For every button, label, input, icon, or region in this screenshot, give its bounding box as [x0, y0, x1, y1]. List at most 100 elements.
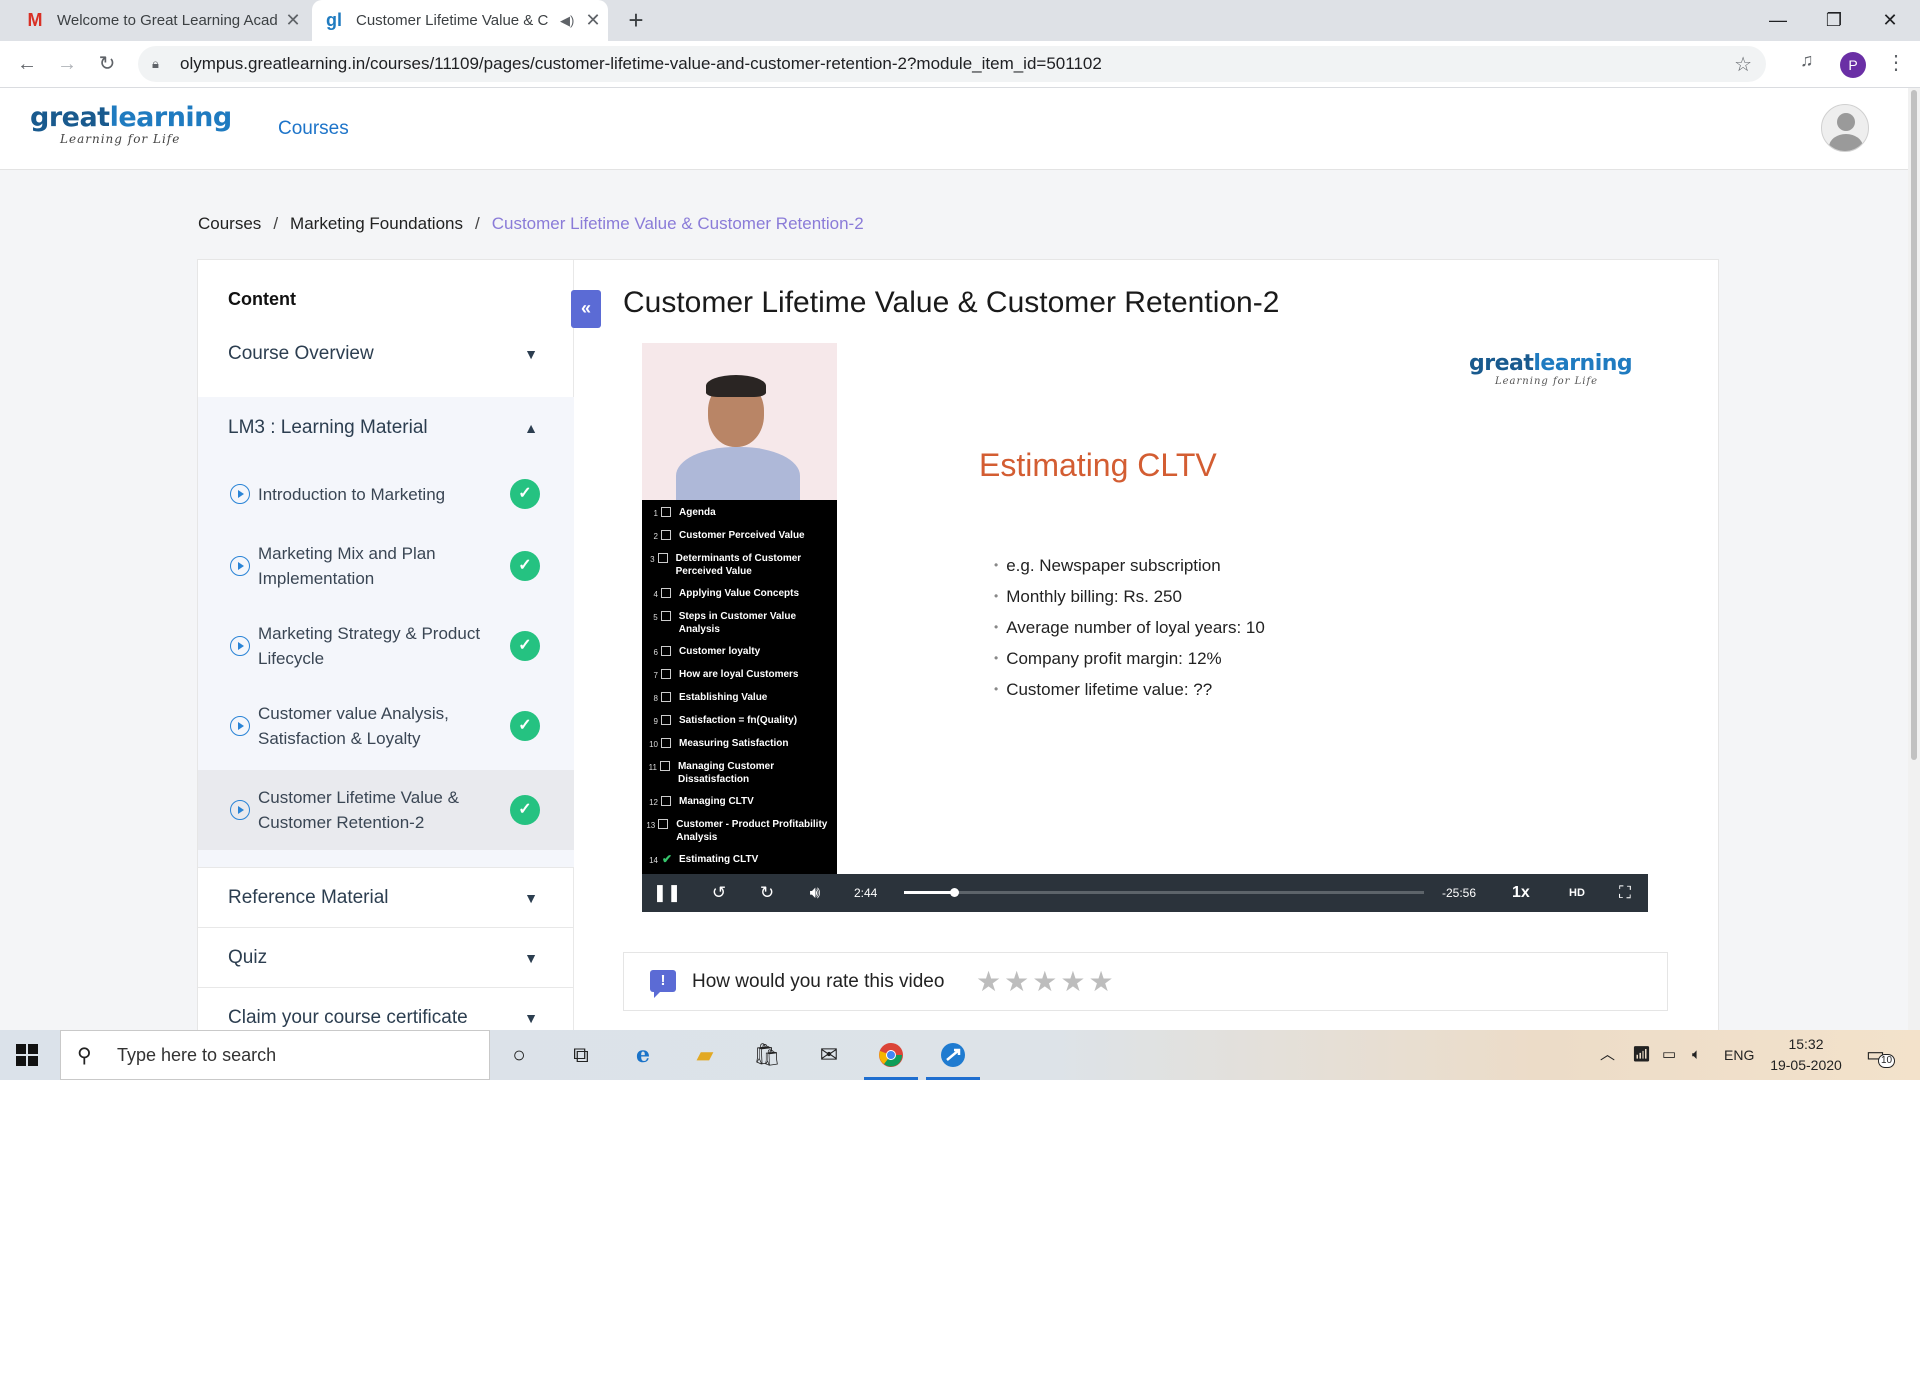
agenda-number: 12: [649, 798, 658, 807]
play-circle-icon: [230, 716, 250, 736]
new-tab-button[interactable]: +: [622, 6, 650, 34]
page-scrollbar[interactable]: [1908, 88, 1920, 1030]
lesson-label: Marketing Mix and Plan Implementation: [258, 544, 436, 588]
tab-course[interactable]: gl Customer Lifetime Value & C ◀) ✕: [312, 0, 608, 41]
section-course-overview[interactable]: Course Overview ▼: [198, 320, 574, 388]
greatlearning-logo[interactable]: greatlearning Learning for Life: [30, 102, 233, 147]
minimize-icon[interactable]: —: [1750, 0, 1806, 41]
section-claim-certificate[interactable]: Claim your course certificate ▼: [198, 987, 574, 1030]
reload-icon[interactable]: ↻: [92, 49, 122, 79]
agenda-text: Determinants of Customer Perceived Value: [675, 553, 802, 577]
taskbar-search[interactable]: ⚲ Type here to search: [60, 1030, 490, 1080]
rewind-icon[interactable]: ↺: [704, 874, 734, 912]
star-icon[interactable]: ★: [1004, 966, 1032, 997]
lesson-item-active[interactable]: Customer Lifetime Value & Customer Reten…: [198, 770, 574, 850]
search-placeholder: Type here to search: [117, 1044, 277, 1065]
remaining-time: -25:56: [1442, 886, 1477, 900]
search-icon: ⚲: [77, 1044, 92, 1067]
edge-icon[interactable]: e: [614, 1030, 672, 1080]
agenda-item: 8 Establishing Value: [642, 689, 837, 707]
browser-menu-icon[interactable]: ⋮: [1886, 50, 1906, 75]
seek-bar[interactable]: [904, 888, 1424, 897]
language-indicator[interactable]: ENG: [1724, 1030, 1754, 1080]
volume-tray-icon[interactable]: 🔈︎: [1692, 1030, 1701, 1080]
cortana-icon[interactable]: ○: [490, 1030, 548, 1080]
media-control-icon[interactable]: ♫: [1800, 50, 1814, 71]
close-window-icon[interactable]: ✕: [1862, 0, 1918, 41]
tab-gmail[interactable]: M Welcome to Great Learning Acad ✕: [13, 0, 308, 41]
section-reference-material[interactable]: Reference Material ▼: [198, 867, 574, 927]
collapse-sidebar-button[interactable]: «: [571, 290, 601, 328]
windows-taskbar: ⚲ Type here to search ○ ⧉ e ▰ 🛍︎ ✉ ︿ 📶︎ …: [0, 1030, 1920, 1080]
star-icon[interactable]: ★: [976, 966, 1004, 997]
store-icon[interactable]: 🛍︎: [738, 1030, 796, 1080]
rating-prompt: How would you rate this video: [692, 971, 945, 992]
mail-icon[interactable]: ✉: [800, 1030, 858, 1080]
tab-audio-icon[interactable]: ◀): [560, 13, 578, 29]
chrome-icon[interactable]: [862, 1030, 920, 1080]
agenda-number: 5: [653, 613, 658, 622]
chevron-down-icon: ▼: [524, 889, 538, 906]
chevron-down-icon: ▼: [524, 1009, 538, 1026]
agenda-number: 13: [646, 821, 656, 830]
network-icon[interactable]: 📶︎: [1632, 1030, 1651, 1080]
star-icon[interactable]: ★: [1088, 966, 1116, 997]
chevron-up-icon: ▲: [524, 420, 538, 436]
breadcrumb-marketing-foundations[interactable]: Marketing Foundations: [290, 214, 463, 233]
app-icon[interactable]: [924, 1030, 982, 1080]
file-explorer-icon[interactable]: ▰: [676, 1030, 734, 1080]
notification-center-icon[interactable]: ▭ 10: [1866, 1042, 1895, 1068]
show-hidden-icons[interactable]: ︿: [1600, 1030, 1615, 1080]
check-circle-icon: ✓: [510, 479, 540, 509]
url-text[interactable]: olympus.greatlearning.in/courses/11109/p…: [180, 54, 1102, 74]
video-control-bar: ❚❚ ↺ ↻ 🔊︎ 2:44 -25:56 1x HD ⛶: [642, 874, 1648, 912]
checkbox-icon: [661, 715, 671, 725]
agenda-text: Satisfaction = fn(Quality): [679, 715, 798, 726]
lesson-item[interactable]: Marketing Strategy & Product Lifecycle ✓: [198, 610, 574, 682]
star-icon[interactable]: ★: [1032, 966, 1060, 997]
back-icon[interactable]: ←: [12, 49, 42, 79]
nav-courses-link[interactable]: Courses: [278, 118, 349, 140]
agenda-text: Steps in Customer Value Analysis: [678, 611, 797, 635]
checkbox-icon: [661, 646, 671, 656]
fullscreen-icon[interactable]: ⛶: [1610, 874, 1640, 912]
clock[interactable]: 15:32 19-05-2020: [1766, 1034, 1846, 1076]
forward-icon[interactable]: ↻: [752, 874, 782, 912]
play-circle-icon: [230, 556, 250, 576]
agenda-item: 1 Agenda: [642, 504, 837, 522]
restore-icon[interactable]: ❐: [1806, 0, 1862, 41]
logo-brand-b: learning: [109, 102, 233, 133]
address-bar[interactable]: 🔒︎ olympus.greatlearning.in/courses/1110…: [138, 46, 1766, 82]
breadcrumb-current: Customer Lifetime Value & Customer Reten…: [491, 214, 864, 233]
agenda-number: 6: [653, 648, 658, 657]
breadcrumb-courses[interactable]: Courses: [198, 214, 261, 233]
video-player[interactable]: 1 Agenda 2 Customer Perceived Value 3 Determi…: [642, 343, 1648, 912]
lesson-item[interactable]: Introduction to Marketing ✓: [198, 466, 574, 522]
section-quiz[interactable]: Quiz ▼: [198, 927, 574, 987]
close-tab-icon[interactable]: ✕: [278, 10, 308, 31]
check-circle-icon: ✓: [510, 795, 540, 825]
seek-handle[interactable]: [949, 888, 959, 897]
profile-avatar[interactable]: P: [1840, 52, 1866, 78]
battery-icon[interactable]: ▭: [1662, 1030, 1676, 1080]
star-icon[interactable]: ★: [1060, 966, 1088, 997]
agenda-text: Estimating CLTV: [679, 854, 759, 865]
user-avatar[interactable]: [1821, 104, 1869, 152]
task-view-icon[interactable]: ⧉: [552, 1030, 610, 1080]
pause-icon[interactable]: ❚❚: [652, 874, 682, 912]
lesson-item[interactable]: Customer value Analysis, Satisfaction & …: [198, 690, 574, 762]
hd-quality-icon[interactable]: HD: [1562, 874, 1592, 912]
lesson-item[interactable]: Marketing Mix and Plan Implementation ✓: [198, 530, 574, 602]
windows-start-icon[interactable]: [16, 1044, 38, 1066]
forward-icon[interactable]: →: [52, 49, 82, 79]
agenda-item: 11 Managing Customer Dissatisfaction: [642, 758, 837, 788]
section-lm3-learning-material[interactable]: LM3 : Learning Material ▲: [198, 397, 574, 459]
agenda-item: 3 Determinants of Customer Perceived Valu…: [642, 550, 837, 580]
bookmark-star-icon[interactable]: ☆: [1734, 52, 1752, 77]
close-tab-icon[interactable]: ✕: [578, 10, 608, 31]
volume-icon[interactable]: 🔊︎: [800, 874, 830, 912]
playback-speed-button[interactable]: 1x: [1512, 874, 1530, 912]
breadcrumb: Courses / Marketing Foundations / Customer L…: [198, 214, 864, 234]
checkbox-icon: [661, 796, 671, 806]
notification-count: 10: [1878, 1054, 1895, 1068]
